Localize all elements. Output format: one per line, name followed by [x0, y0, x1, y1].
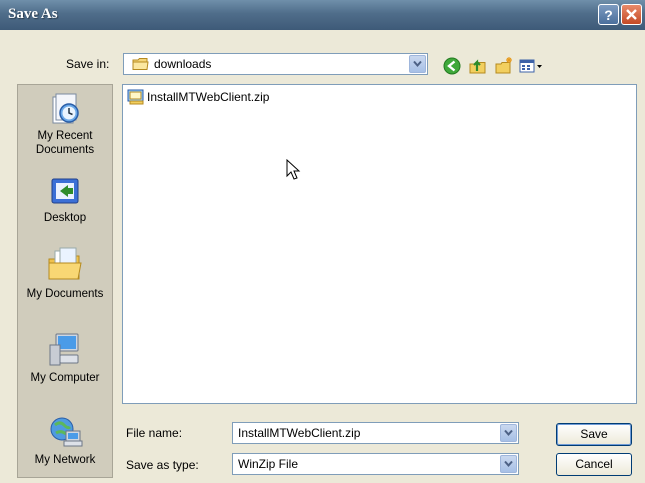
- save-in-dropdown[interactable]: downloads: [123, 53, 428, 75]
- place-label: Documents: [35, 144, 95, 156]
- place-label: My Computer: [30, 372, 100, 384]
- save-in-label: Save in:: [66, 57, 110, 71]
- my-documents-icon: [48, 247, 82, 280]
- file-name-value: InstallMTWebClient.zip: [238, 426, 361, 440]
- cancel-button[interactable]: Cancel: [556, 453, 632, 476]
- places-bar: My Recent Documents Desktop My Documents…: [17, 84, 113, 478]
- file-name-label: File name:: [126, 426, 183, 440]
- views-menu-button[interactable]: [518, 56, 546, 76]
- place-label: My Recent: [37, 130, 93, 142]
- place-my-computer[interactable]: My Computer: [18, 331, 112, 385]
- up-folder-button[interactable]: [468, 56, 488, 76]
- desktop-icon: [51, 178, 79, 204]
- zip-file-icon: [127, 89, 144, 105]
- views-menu-icon: [519, 59, 542, 73]
- chevron-down-icon: [413, 60, 422, 68]
- my-network-icon: [50, 417, 83, 447]
- back-button[interactable]: [442, 56, 462, 76]
- mouse-cursor-icon: [286, 159, 301, 180]
- save-as-type-dropdown-arrow[interactable]: [500, 455, 517, 473]
- save-button[interactable]: Save: [556, 423, 632, 446]
- folder-icon: [132, 58, 149, 70]
- place-label: My Documents: [26, 288, 104, 300]
- up-folder-icon: [469, 59, 486, 74]
- title-bar[interactable]: Save As ?: [0, 0, 645, 30]
- file-name: InstallMTWebClient.zip: [147, 90, 270, 104]
- close-icon: [626, 9, 637, 20]
- chevron-down-icon: [504, 460, 513, 468]
- place-my-documents[interactable]: My Documents: [18, 245, 112, 301]
- place-label: Desktop: [43, 212, 87, 224]
- my-computer-icon: [49, 333, 79, 366]
- window-title: Save As: [8, 6, 58, 22]
- save-in-dropdown-arrow[interactable]: [409, 55, 426, 73]
- save-as-type-dropdown[interactable]: WinZip File: [232, 453, 519, 475]
- file-name-dropdown-arrow[interactable]: [500, 424, 517, 442]
- save-as-type-label: Save as type:: [126, 458, 199, 472]
- recent-documents-icon: [52, 93, 79, 124]
- place-my-network[interactable]: My Network: [18, 413, 112, 467]
- new-folder-icon: [495, 57, 512, 74]
- place-my-recent-documents[interactable]: My Recent Documents: [18, 91, 112, 157]
- help-icon: ?: [604, 7, 613, 23]
- place-desktop[interactable]: Desktop: [18, 175, 112, 225]
- help-button[interactable]: ?: [598, 4, 619, 25]
- new-folder-button[interactable]: [494, 56, 514, 76]
- save-in-value: downloads: [154, 57, 212, 71]
- place-label: My Network: [34, 454, 96, 466]
- back-icon: [443, 57, 461, 75]
- file-name-input[interactable]: InstallMTWebClient.zip: [232, 422, 519, 444]
- close-button[interactable]: [621, 4, 642, 25]
- save-as-type-value: WinZip File: [238, 457, 299, 471]
- file-list[interactable]: InstallMTWebClient.zip: [122, 84, 637, 404]
- chevron-down-icon: [504, 429, 513, 437]
